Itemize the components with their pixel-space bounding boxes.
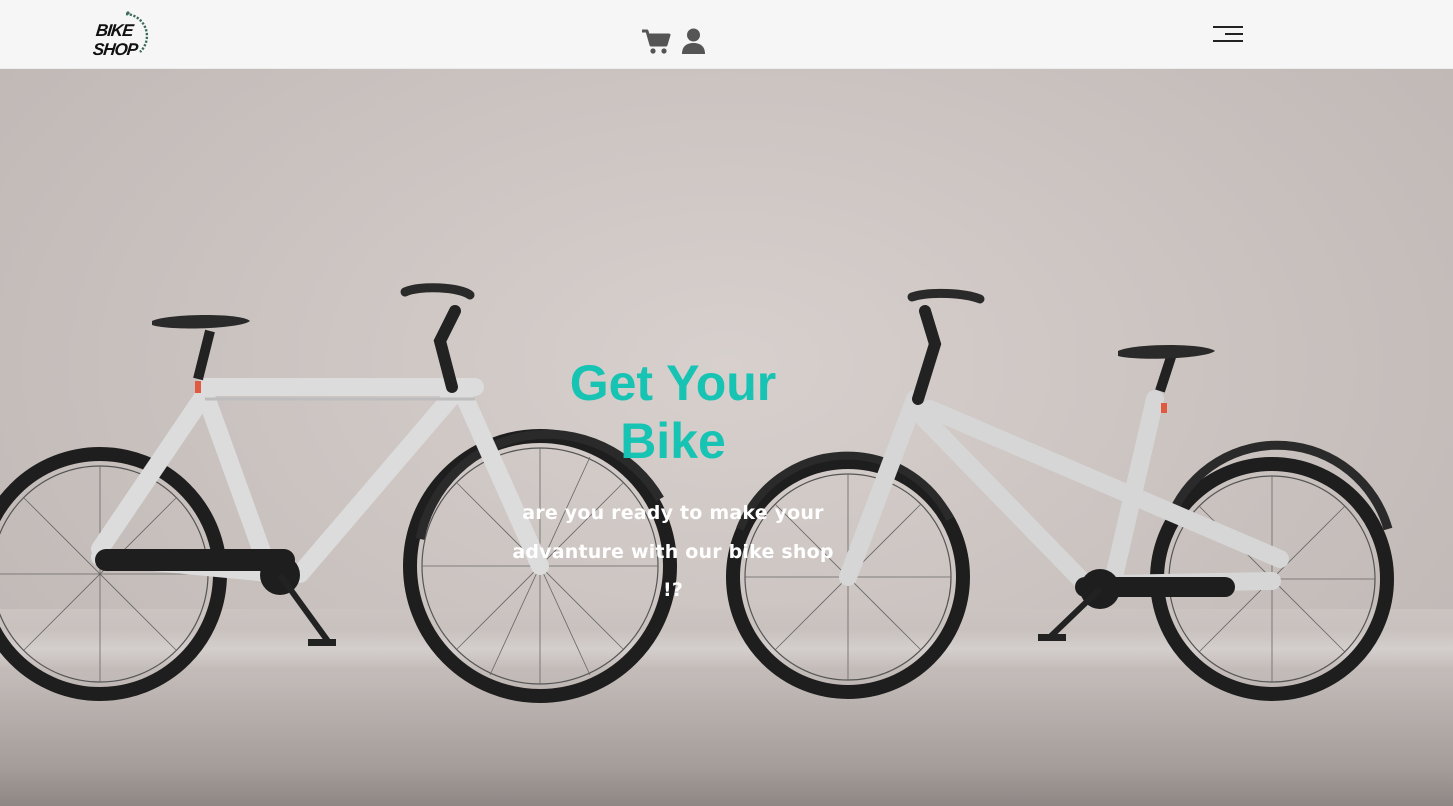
hero-section: Get Your Bike are you ready to make your… (0, 69, 1453, 806)
page: BIKE SHOP Get Your Bike are you ready to… (0, 0, 1453, 806)
hero-title: Get Your Bike (569, 355, 777, 469)
site-header: BIKE SHOP (0, 0, 1453, 69)
cart-icon[interactable] (641, 28, 671, 56)
hero-subtitle: are you ready to make your advanture wit… (512, 502, 834, 601)
logo-text-line1: BIKE (95, 21, 134, 40)
logo-link[interactable]: BIKE SHOP (90, 8, 156, 62)
user-icon[interactable] (681, 28, 706, 56)
logo-text-line2: SHOP (92, 40, 139, 59)
menu-icon[interactable] (1210, 23, 1246, 45)
hero-text: Get Your Bike are you ready to make your… (473, 354, 873, 610)
